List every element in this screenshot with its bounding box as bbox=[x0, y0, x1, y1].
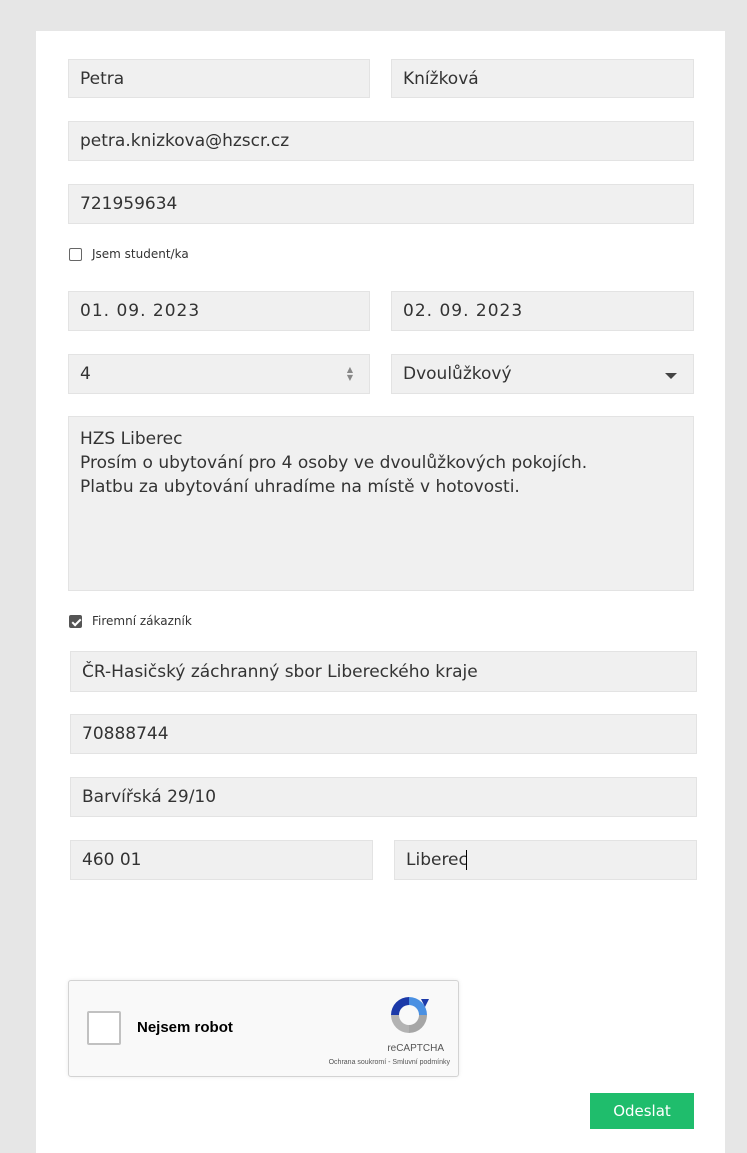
company-name-value: ČR-Hasičský záchranný sbor Libereckého k… bbox=[82, 661, 478, 682]
street-value: Barvířská 29/10 bbox=[82, 787, 217, 807]
first-name-value: Petra bbox=[80, 68, 125, 89]
email-value: petra.knizkova@hzscr.cz bbox=[80, 131, 290, 151]
date-from-input[interactable]: 01. 09. 2023 bbox=[68, 291, 370, 331]
company-checkbox-row[interactable]: Firemní zákazník bbox=[69, 614, 192, 628]
last-name-input[interactable]: Knížková bbox=[391, 59, 694, 98]
recaptcha-brand: reCAPTCHA bbox=[387, 1043, 444, 1054]
number-spinner-icon[interactable]: ▲ ▼ bbox=[345, 364, 355, 384]
note-textarea[interactable]: HZS Liberec Prosím o ubytování pro 4 oso… bbox=[68, 416, 694, 591]
submit-button[interactable]: Odeslat bbox=[590, 1093, 694, 1129]
note-line: HZS Liberec bbox=[80, 429, 183, 449]
recaptcha-checkbox[interactable] bbox=[87, 1011, 121, 1045]
street-input[interactable]: Barvířská 29/10 bbox=[70, 777, 697, 817]
guests-number-input[interactable]: 4 ▲ ▼ bbox=[68, 354, 370, 394]
city-value: Liberec bbox=[406, 850, 468, 870]
date-to-value: 02. 09. 2023 bbox=[403, 301, 524, 321]
phone-input[interactable]: 721959634 bbox=[68, 184, 694, 224]
spinner-down-icon[interactable]: ▼ bbox=[347, 374, 353, 382]
email-input[interactable]: petra.knizkova@hzscr.cz bbox=[68, 121, 694, 161]
city-input[interactable]: Liberec bbox=[394, 840, 697, 880]
date-from-value: 01. 09. 2023 bbox=[80, 301, 201, 321]
recaptcha-logo-icon bbox=[391, 997, 429, 1033]
guests-value: 4 bbox=[80, 364, 91, 384]
recaptcha-links[interactable]: Ochrana soukromí - Smluvní podmínky bbox=[329, 1059, 450, 1066]
company-name-input[interactable]: ČR-Hasičský záchranný sbor Libereckého k… bbox=[70, 651, 697, 692]
date-to-input[interactable]: 02. 09. 2023 bbox=[391, 291, 694, 331]
company-id-value: 70888744 bbox=[82, 724, 169, 744]
text-cursor bbox=[465, 850, 467, 870]
zip-value: 460 01 bbox=[82, 850, 142, 870]
student-checkbox-label: Jsem student/ka bbox=[92, 247, 189, 261]
last-name-value: Knížková bbox=[403, 68, 479, 89]
note-line: Prosím o ubytování pro 4 osoby ve dvoulů… bbox=[80, 453, 588, 473]
note-line: Platbu za ubytování uhradíme na místě v … bbox=[80, 477, 520, 497]
phone-value: 721959634 bbox=[80, 194, 178, 214]
room-type-value: Dvoulůžkový bbox=[403, 364, 512, 384]
first-name-input[interactable]: Petra bbox=[68, 59, 370, 98]
recaptcha-widget: Nejsem robot reCAPTCHA Ochrana soukromí … bbox=[68, 980, 459, 1077]
student-checkbox-row[interactable]: Jsem student/ka bbox=[69, 247, 189, 261]
room-type-select[interactable]: Dvoulůžkový bbox=[391, 354, 694, 394]
dropdown-caret-icon bbox=[665, 373, 677, 379]
company-checkbox-label: Firemní zákazník bbox=[92, 614, 192, 628]
recaptcha-label: Nejsem robot bbox=[137, 1019, 233, 1036]
company-checkbox[interactable] bbox=[69, 614, 82, 628]
zip-input[interactable]: 460 01 bbox=[70, 840, 373, 880]
company-id-input[interactable]: 70888744 bbox=[70, 714, 697, 754]
student-checkbox[interactable] bbox=[69, 247, 82, 261]
